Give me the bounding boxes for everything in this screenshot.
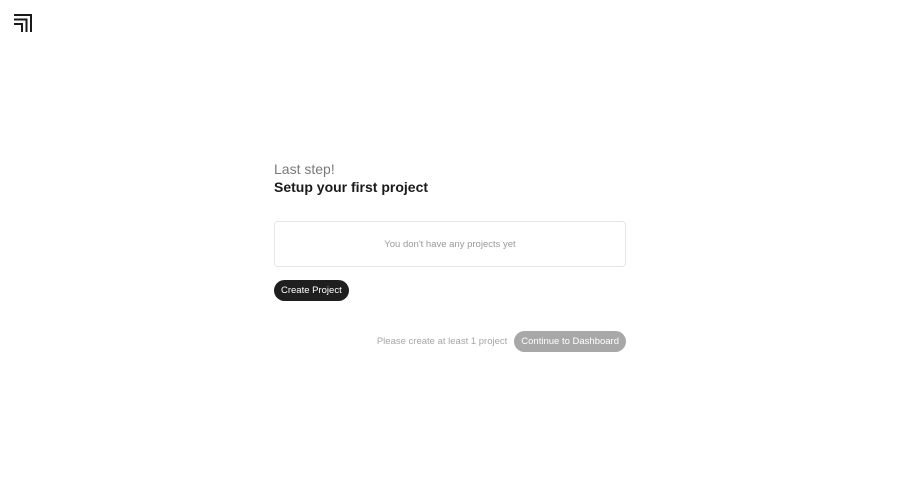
- setup-eyebrow: Last step!: [274, 161, 335, 177]
- continue-to-dashboard-button[interactable]: Continue to Dashboard: [514, 331, 626, 352]
- footer-row: Please create at least 1 project Continu…: [274, 331, 626, 352]
- brand-logo-svg: [14, 14, 32, 32]
- footer-hint: Please create at least 1 project: [376, 336, 508, 347]
- brand-logo-icon[interactable]: [14, 14, 32, 32]
- create-project-button[interactable]: Create Project: [274, 280, 349, 301]
- setup-panel: Last step! Setup your first project You …: [274, 160, 626, 352]
- projects-empty-state: You don't have any projects yet: [274, 221, 626, 267]
- empty-state-message: You don't have any projects yet: [384, 238, 516, 250]
- page-title: Setup your first project: [274, 179, 429, 195]
